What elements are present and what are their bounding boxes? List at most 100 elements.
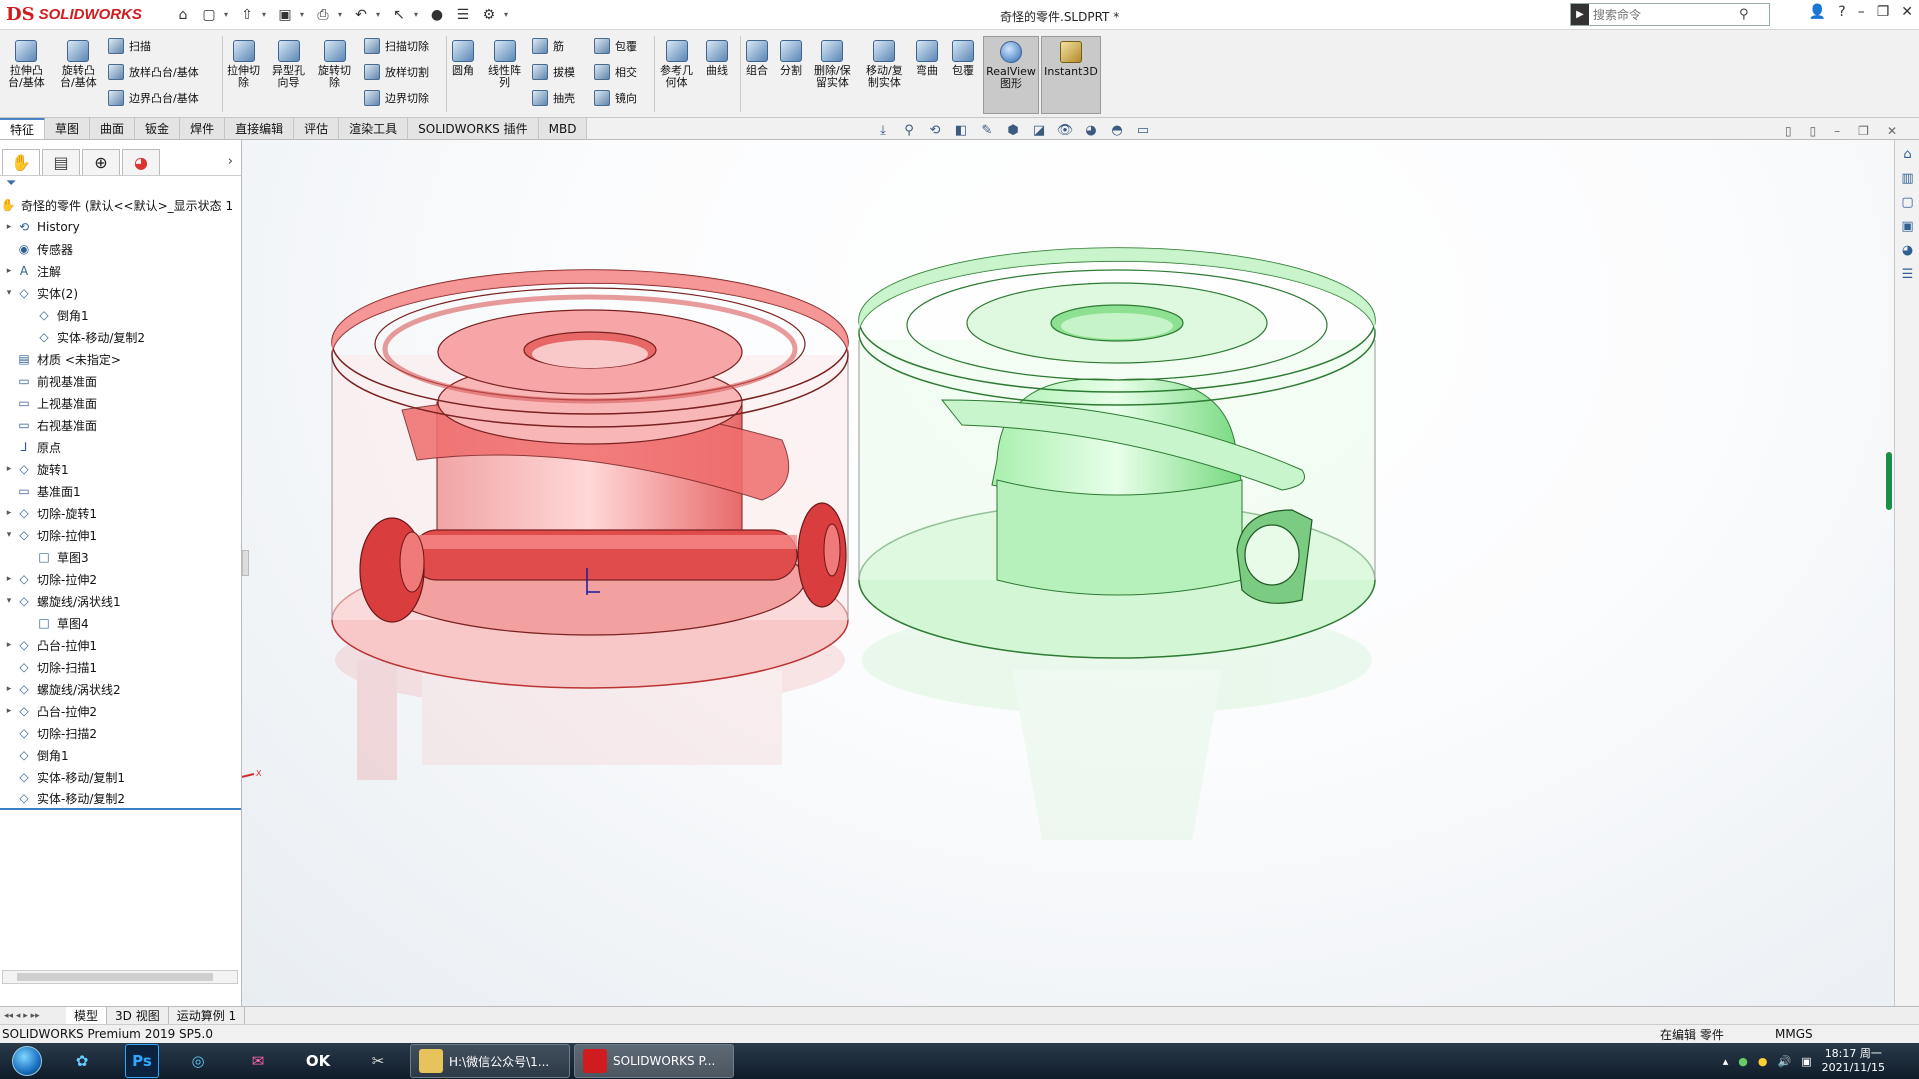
split-button[interactable]: 分割	[780, 40, 802, 77]
network-icon[interactable]: ▣	[1801, 1055, 1811, 1068]
tab-features[interactable]: 特征	[0, 118, 46, 139]
tab-weldments[interactable]: 焊件	[180, 118, 226, 139]
display-style-icon[interactable]: ◪	[1030, 121, 1048, 139]
tree-item[interactable]: ▭ 右视基准面	[0, 414, 241, 436]
taskbar-file-explorer[interactable]: H:\微信公众号\1...	[410, 1044, 570, 1078]
tab-sketch[interactable]: 草图	[45, 118, 91, 139]
tree-item[interactable]: ◇ 实体-移动/复制1	[0, 766, 241, 788]
filter-icon[interactable]: ⏷	[0, 176, 241, 194]
realview-graphics-button[interactable]: RealView 图形	[983, 36, 1039, 114]
edit-appearance-icon[interactable]: ◕	[1082, 121, 1100, 139]
fillet-button[interactable]: 圆角	[452, 40, 474, 77]
tab-3d-view[interactable]: 3D 视图	[107, 1007, 169, 1024]
search-icon[interactable]: ⚲	[1739, 7, 1749, 22]
traffic-light-icon[interactable]: ●	[426, 4, 448, 26]
restore-button[interactable]: ❐	[1877, 4, 1890, 20]
tree-item[interactable]: ▸ A 注解	[0, 260, 241, 282]
print-icon[interactable]: ⎙	[312, 4, 334, 26]
dynamic-annotation-icon[interactable]: ✎	[978, 121, 996, 139]
tab-surfaces[interactable]: 曲面	[90, 118, 136, 139]
display-manager-tab-icon[interactable]: ◕	[122, 149, 160, 175]
tab-evaluate[interactable]: 评估	[294, 118, 340, 139]
search-input[interactable]	[1589, 7, 1739, 22]
tree-item[interactable]: ◇ 切除-扫描2	[0, 722, 241, 744]
zoom-to-fit-icon[interactable]: ⤓	[874, 121, 892, 139]
expand-toggle-icon[interactable]: ▸	[2, 640, 16, 650]
tree-item[interactable]: ◇ 实体-移动/复制2	[0, 326, 241, 348]
horizontal-scrollbar[interactable]	[2, 970, 238, 984]
undo-icon[interactable]: ↶	[350, 4, 372, 26]
intersect-button[interactable]: 相交	[594, 64, 637, 80]
feature-tree-tab-icon[interactable]: ✋	[2, 149, 40, 175]
solidworks-resources-icon[interactable]: ⌂	[1897, 144, 1918, 164]
expand-toggle-icon[interactable]: ▸	[2, 706, 16, 716]
delete-keep-body-button[interactable]: 删除/保 留实体	[814, 40, 851, 89]
property-manager-tab-icon[interactable]: ▤	[42, 149, 80, 175]
expand-toggle-icon[interactable]: ▾	[2, 530, 16, 540]
combine-button[interactable]: 组合	[746, 40, 768, 77]
new-document-icon[interactable]: ▢	[198, 4, 220, 26]
split-icon[interactable]: ▯	[1810, 124, 1817, 138]
tree-item[interactable]: ▸ ◇ 螺旋线/涡状线2	[0, 678, 241, 700]
tree-item[interactable]: ▸ ◇ 凸台-拉伸2	[0, 700, 241, 722]
instant3d-button[interactable]: Instant3D	[1041, 36, 1101, 114]
expand-toggle-icon[interactable]: ▸	[2, 266, 16, 276]
move-copy-body-button[interactable]: 移动/复 制实体	[866, 40, 903, 89]
revolved-boss-button[interactable]: 旋转凸 台/基体	[60, 40, 97, 89]
tree-item[interactable]: ◉ 传感器	[0, 238, 241, 260]
revolved-cut-button[interactable]: 旋转切除	[318, 40, 351, 89]
viewport-close-button[interactable]: ✕	[1887, 124, 1897, 138]
mail-app-icon[interactable]: ✉	[230, 1044, 286, 1078]
chevron-down-icon[interactable]: ▾	[414, 10, 422, 19]
tree-item[interactable]: ▸ ⟲ History	[0, 216, 241, 238]
browser-icon[interactable]: ◎	[170, 1044, 226, 1078]
viewport-minimize-button[interactable]: –	[1834, 124, 1840, 138]
chevron-down-icon[interactable]: ▾	[300, 10, 308, 19]
close-button[interactable]: ✕	[1901, 4, 1913, 20]
start-button[interactable]	[0, 1043, 54, 1079]
red-body[interactable]	[331, 269, 849, 689]
tree-item[interactable]: ◇ 倒角1	[0, 304, 241, 326]
tree-item[interactable]: ◇ 实体-移动/复制2	[0, 788, 241, 810]
appearances-icon[interactable]: ◕	[1897, 240, 1918, 260]
expand-toggle-icon[interactable]: ▸	[2, 508, 16, 518]
mirror-button[interactable]: 镜向	[594, 90, 637, 106]
tab-navigation[interactable]: ◂◂ ◂ ▸ ▸▸	[0, 1011, 66, 1021]
expand-toggle-icon[interactable]: ▸	[2, 464, 16, 474]
tree-item[interactable]: ▸ ◇ 凸台-拉伸1	[0, 634, 241, 656]
draft-button[interactable]: 拔模	[532, 64, 575, 80]
apply-scene-icon[interactable]: ◓	[1108, 121, 1126, 139]
extruded-boss-button[interactable]: 拉伸凸 台/基体	[8, 40, 45, 89]
tray-app-icon[interactable]: ●	[1758, 1055, 1768, 1068]
tree-item[interactable]: ▤ 材质 <未指定>	[0, 348, 241, 370]
tile-icon[interactable]: ▯	[1785, 124, 1792, 138]
chevron-right-icon[interactable]: ›	[228, 154, 233, 169]
reference-geometry-button[interactable]: 参考几 何体	[660, 40, 693, 89]
scroll-thumb[interactable]	[17, 973, 213, 981]
tab-model[interactable]: 模型	[66, 1007, 108, 1024]
section-view-icon[interactable]: ◧	[952, 121, 970, 139]
tools-app-icon[interactable]: ✂	[350, 1044, 406, 1078]
units-selector[interactable]: MMGS	[1775, 1027, 1813, 1041]
chevron-down-icon[interactable]: ▾	[224, 10, 232, 19]
shell-button[interactable]: 抽壳	[532, 90, 575, 106]
ok-app-icon[interactable]: OK	[290, 1044, 346, 1078]
chevron-down-icon[interactable]: ▾	[338, 10, 346, 19]
tab-solidworks-addins[interactable]: SOLIDWORKS 插件	[408, 118, 539, 139]
hole-wizard-button[interactable]: 异型孔 向导	[272, 40, 305, 89]
panel-collapse-handle[interactable]	[242, 550, 249, 576]
previous-view-icon[interactable]: ⟲	[926, 121, 944, 139]
minimize-button[interactable]: –	[1858, 4, 1865, 20]
open-icon[interactable]: ⇧	[236, 4, 258, 26]
loft-boss-button[interactable]: 放样凸台/基体	[108, 64, 199, 80]
file-properties-icon[interactable]: ☰	[452, 4, 474, 26]
sweep-button[interactable]: 扫描	[108, 38, 151, 54]
tree-item[interactable]: □ 草图3	[0, 546, 241, 568]
home-icon[interactable]: ⌂	[172, 4, 194, 26]
tree-item[interactable]: ▭ 前视基准面	[0, 370, 241, 392]
linear-pattern-button[interactable]: 线性阵列	[488, 40, 521, 89]
expand-toggle-icon[interactable]: ▸	[2, 574, 16, 584]
save-icon[interactable]: ▣	[274, 4, 296, 26]
taskbar-solidworks[interactable]: SOLIDWORKS P...	[574, 1044, 734, 1078]
view-palette-icon[interactable]: ▣	[1897, 216, 1918, 236]
